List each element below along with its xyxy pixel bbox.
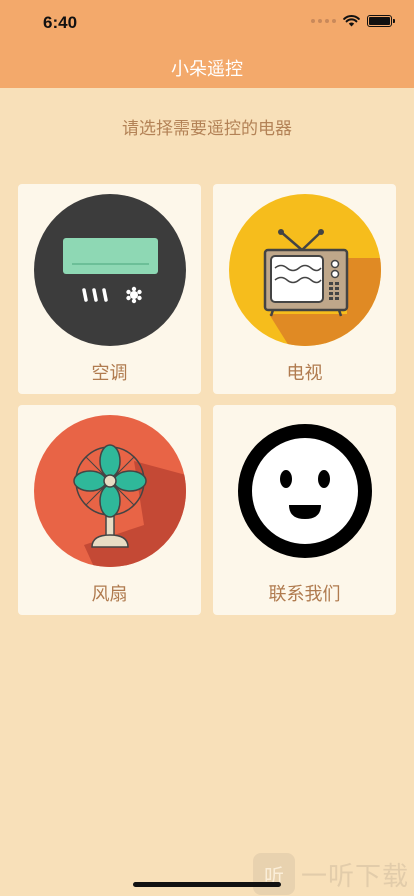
wifi-icon bbox=[343, 14, 360, 27]
air-conditioner-icon bbox=[34, 194, 186, 346]
device-card-tv[interactable]: 电视 bbox=[213, 184, 396, 394]
device-label-fan: 风扇 bbox=[91, 584, 128, 605]
fan-icon bbox=[34, 415, 186, 567]
page-title: 小朵遥控 bbox=[171, 59, 243, 80]
device-label-contact-us: 联系我们 bbox=[268, 584, 341, 605]
cellular-signal-icon bbox=[311, 18, 336, 23]
header-bar: 6:40 小朵遥控 bbox=[0, 0, 414, 88]
watermark-logo: 听 bbox=[253, 853, 295, 895]
device-card-fan[interactable]: 风扇 bbox=[18, 405, 201, 615]
smiley-face-icon bbox=[238, 424, 372, 558]
status-time: 6:40 bbox=[43, 13, 78, 32]
device-card-contact-us[interactable]: 联系我们 bbox=[213, 405, 396, 615]
watermark: 听 一听下载 bbox=[253, 853, 409, 895]
home-indicator[interactable] bbox=[133, 882, 281, 887]
watermark-text: 一听下载 bbox=[301, 861, 410, 892]
status-bar: 6:40 bbox=[0, 0, 414, 44]
device-label-air-conditioner: 空调 bbox=[91, 363, 128, 384]
instruction-text: 请选择需要遥控的电器 bbox=[122, 119, 292, 139]
battery-icon bbox=[367, 14, 395, 27]
status-icons bbox=[311, 14, 395, 27]
device-label-tv: 电视 bbox=[286, 363, 323, 384]
tv-icon bbox=[229, 194, 381, 346]
device-card-air-conditioner[interactable]: 空调 bbox=[18, 184, 201, 394]
